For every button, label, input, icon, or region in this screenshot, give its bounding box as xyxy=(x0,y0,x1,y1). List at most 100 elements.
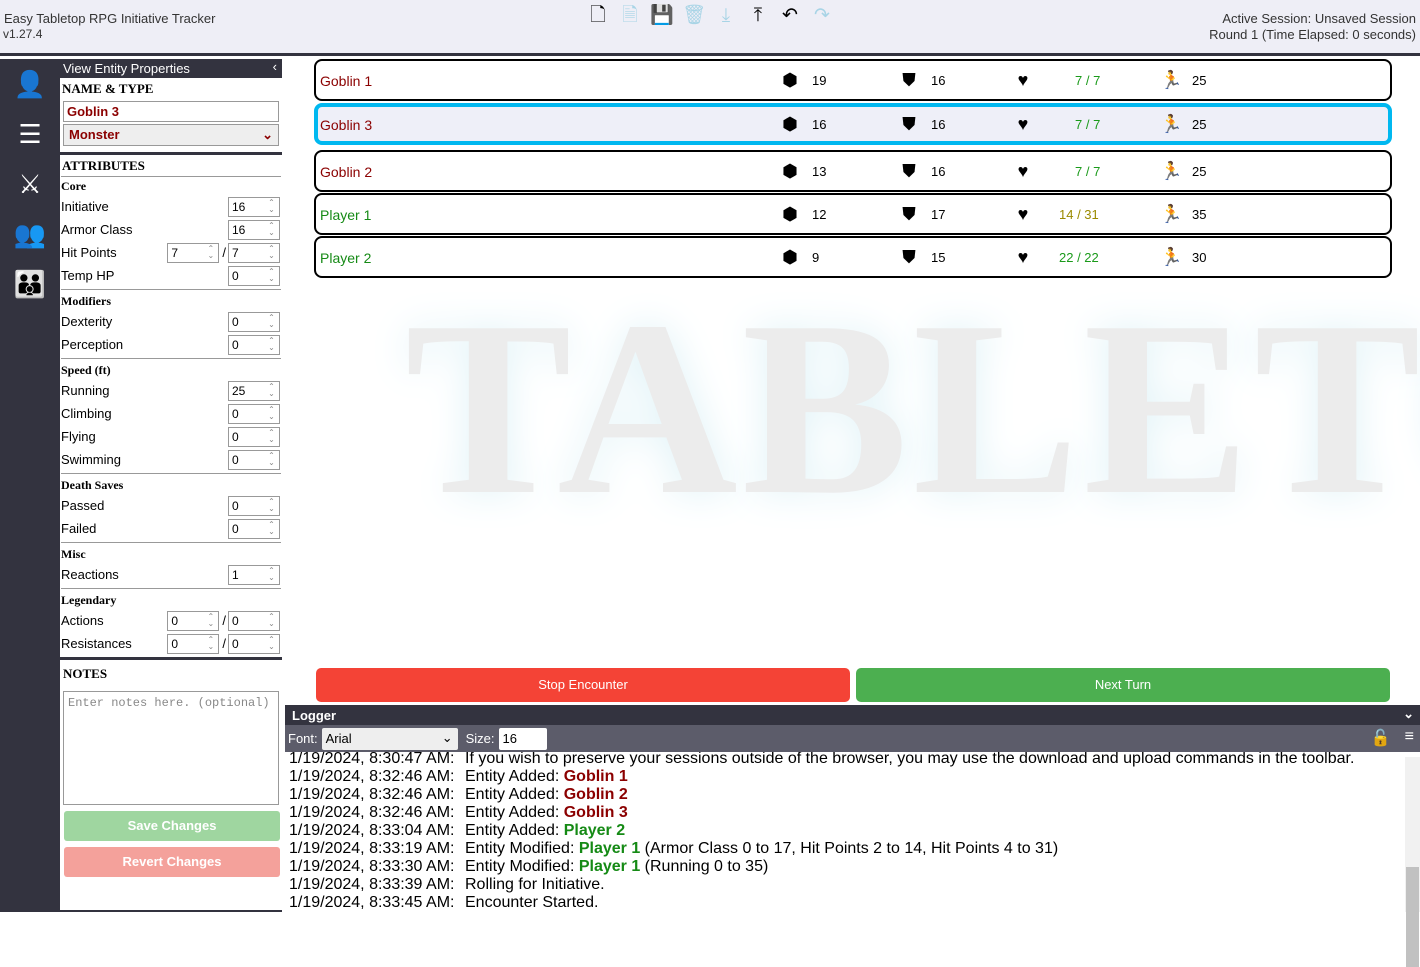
undo-icon[interactable]: ↶ xyxy=(778,4,802,28)
log-details: (Running 0 to 35) xyxy=(640,858,769,875)
type-select[interactable]: Monster ⌄ xyxy=(63,124,279,146)
log-line: 1/19/2024, 8:32:46 AM: Entity Added: Gobl… xyxy=(289,804,1416,822)
font-select[interactable]: Arial ⌄ xyxy=(321,727,458,750)
initiative-label: Initiative xyxy=(61,199,109,214)
entity-card[interactable]: Goblin 1 ⬢ 19 ⛊ 16 ♥ 7 / 7 🏃 25 xyxy=(314,59,1392,101)
group-icon[interactable]: 👥 xyxy=(0,209,60,259)
passed-row: Passed 0 xyxy=(61,494,281,517)
trash-icon[interactable]: 🗑 xyxy=(682,4,706,28)
next-turn-button[interactable]: Next Turn xyxy=(856,668,1390,702)
section-heading: Modifiers xyxy=(61,294,111,308)
climbing-input[interactable]: 0 xyxy=(228,403,280,424)
initiative-input[interactable]: 16 xyxy=(228,196,280,217)
resistances-label: Resistances xyxy=(61,636,132,651)
swimming-input[interactable]: 0 xyxy=(228,449,280,470)
temp_hp-input[interactable]: 0 xyxy=(228,265,280,286)
initiative-value: 12 xyxy=(812,207,827,222)
log-entity: Player 1 xyxy=(578,840,641,857)
log-scrollbar[interactable] xyxy=(1405,757,1420,967)
failed-input[interactable]: 0 xyxy=(228,518,280,539)
speed-value: 25 xyxy=(1192,73,1207,88)
stop-encounter-button[interactable]: Stop Encounter xyxy=(316,668,850,702)
save-edit-icon[interactable]: 💾 xyxy=(650,4,674,28)
hit_points-row: Hit Points 7/7 xyxy=(61,241,281,264)
running-icon: 🏃 xyxy=(1160,161,1183,181)
hit-points-value: 7 / 7 xyxy=(1075,117,1101,132)
armor_class-input[interactable]: 16 xyxy=(228,219,280,240)
divider xyxy=(61,289,281,290)
log-lines: 1/19/2024, 8:30:47 AM: If you wish to pre… xyxy=(285,750,1420,912)
chevron-down-icon[interactable]: ⌄ xyxy=(1403,706,1414,722)
open-file-icon[interactable]: 🗎 xyxy=(618,4,642,28)
actions-max-input[interactable]: 0 xyxy=(228,610,280,631)
add-user-icon[interactable]: 👤 xyxy=(0,59,60,109)
log-timestamp: 1/19/2024, 8:30:47 AM: xyxy=(289,750,455,767)
climbing-row: Climbing 0 xyxy=(61,402,281,425)
log-text: Entity Modified: xyxy=(465,858,579,875)
shield-icon: ⛊ xyxy=(902,114,916,134)
running-input[interactable]: 25 xyxy=(228,380,280,401)
flying-input[interactable]: 0 xyxy=(228,426,280,447)
log-line: 1/19/2024, 8:33:04 AM: Entity Added: Play… xyxy=(289,822,1416,840)
entity-card[interactable]: Goblin 3 ⬢ 16 ⛊ 16 ♥ 7 / 7 🏃 25 xyxy=(314,103,1392,145)
reactions-input[interactable]: 1 xyxy=(228,564,280,585)
log-line: 1/19/2024, 8:32:46 AM: Entity Added: Gobl… xyxy=(289,786,1416,804)
entity-card[interactable]: Player 1 ⬢ 12 ⛊ 17 ♥ 14 / 31 🏃 35 xyxy=(314,193,1392,235)
scrollbar-thumb[interactable] xyxy=(1406,867,1419,967)
running-icon: 🏃 xyxy=(1160,204,1183,224)
section-heading: ATTRIBUTES xyxy=(61,156,281,177)
icon-sidebar: 👤 ☰ ⚔ 👥 👪 xyxy=(0,59,60,912)
log-timestamp: 1/19/2024, 8:32:46 AM: xyxy=(289,768,455,785)
resistances-current-input[interactable]: 0 xyxy=(167,633,220,654)
font-label: Font: xyxy=(288,731,318,746)
logger-header[interactable]: Logger ⌄ xyxy=(285,705,1420,725)
name-input[interactable]: Goblin 3 xyxy=(63,101,279,122)
size-label: Size: xyxy=(465,731,495,746)
log-timestamp: 1/19/2024, 8:33:04 AM: xyxy=(289,822,455,839)
type-value: Monster xyxy=(69,127,120,142)
entity-card[interactable]: Goblin 2 ⬢ 13 ⛊ 16 ♥ 7 / 7 🏃 25 xyxy=(314,150,1392,192)
section-heading: NOTES xyxy=(63,666,108,681)
running-row: Running 25 xyxy=(61,379,281,402)
new-file-icon[interactable]: 🗋 xyxy=(586,4,610,28)
size-input[interactable]: 16 xyxy=(498,727,547,750)
perception-label: Perception xyxy=(61,337,124,352)
speed-value: 30 xyxy=(1192,250,1207,265)
notes-textarea[interactable]: Enter notes here. (optional) xyxy=(63,691,279,805)
upload-icon[interactable]: ⤒ xyxy=(746,4,770,28)
edit-list-icon[interactable]: ☰ xyxy=(0,109,60,159)
actions-current-input[interactable]: 0 xyxy=(167,610,220,631)
log-text: Entity Added: xyxy=(465,768,564,785)
log-entity: Player 2 xyxy=(563,822,626,839)
passed-input[interactable]: 0 xyxy=(228,495,280,516)
failed-label: Failed xyxy=(61,521,97,536)
running-label: Running xyxy=(61,383,110,398)
entity-name: Goblin 2 xyxy=(320,164,373,180)
resistances-max-input[interactable]: 0 xyxy=(228,633,280,654)
swimming-row: Swimming 0 xyxy=(61,448,281,471)
perception-row: Perception 0 xyxy=(61,333,281,356)
revert-changes-button[interactable]: Revert Changes xyxy=(64,847,280,877)
unlock-icon[interactable]: 🔓 xyxy=(1371,728,1391,748)
log-timestamp: 1/19/2024, 8:33:19 AM: xyxy=(289,840,455,857)
reactions-label: Reactions xyxy=(61,567,119,582)
section-heading: Speed (ft) xyxy=(61,363,111,377)
combat-swords-icon[interactable]: ⚔ xyxy=(0,159,60,209)
hit_points-current-input[interactable]: 7 xyxy=(167,242,220,263)
party-icon[interactable]: 👪 xyxy=(0,259,60,309)
heart-icon: ♥ xyxy=(1017,204,1029,224)
dexterity-input[interactable]: 0 xyxy=(228,311,280,332)
separator: / xyxy=(222,613,226,628)
entity-card[interactable]: Player 2 ⬢ 9 ⛊ 15 ♥ 22 / 22 🏃 30 xyxy=(314,236,1392,278)
hit_points-max-input[interactable]: 7 xyxy=(228,242,280,263)
collapse-icon[interactable]: ‹ xyxy=(273,59,277,74)
app-title: Easy Tabletop RPG Initiative Tracker xyxy=(4,11,216,26)
download-icon[interactable]: ⤓ xyxy=(714,4,738,28)
wrap-lines-icon[interactable]: ≡ xyxy=(1405,728,1414,748)
entity-name: Goblin 3 xyxy=(320,117,373,133)
save-changes-button[interactable]: Save Changes xyxy=(64,811,280,841)
temp_hp-label: Temp HP xyxy=(61,268,115,283)
perception-input[interactable]: 0 xyxy=(228,334,280,355)
redo-icon[interactable]: ↷ xyxy=(810,4,834,28)
divider xyxy=(61,473,281,474)
